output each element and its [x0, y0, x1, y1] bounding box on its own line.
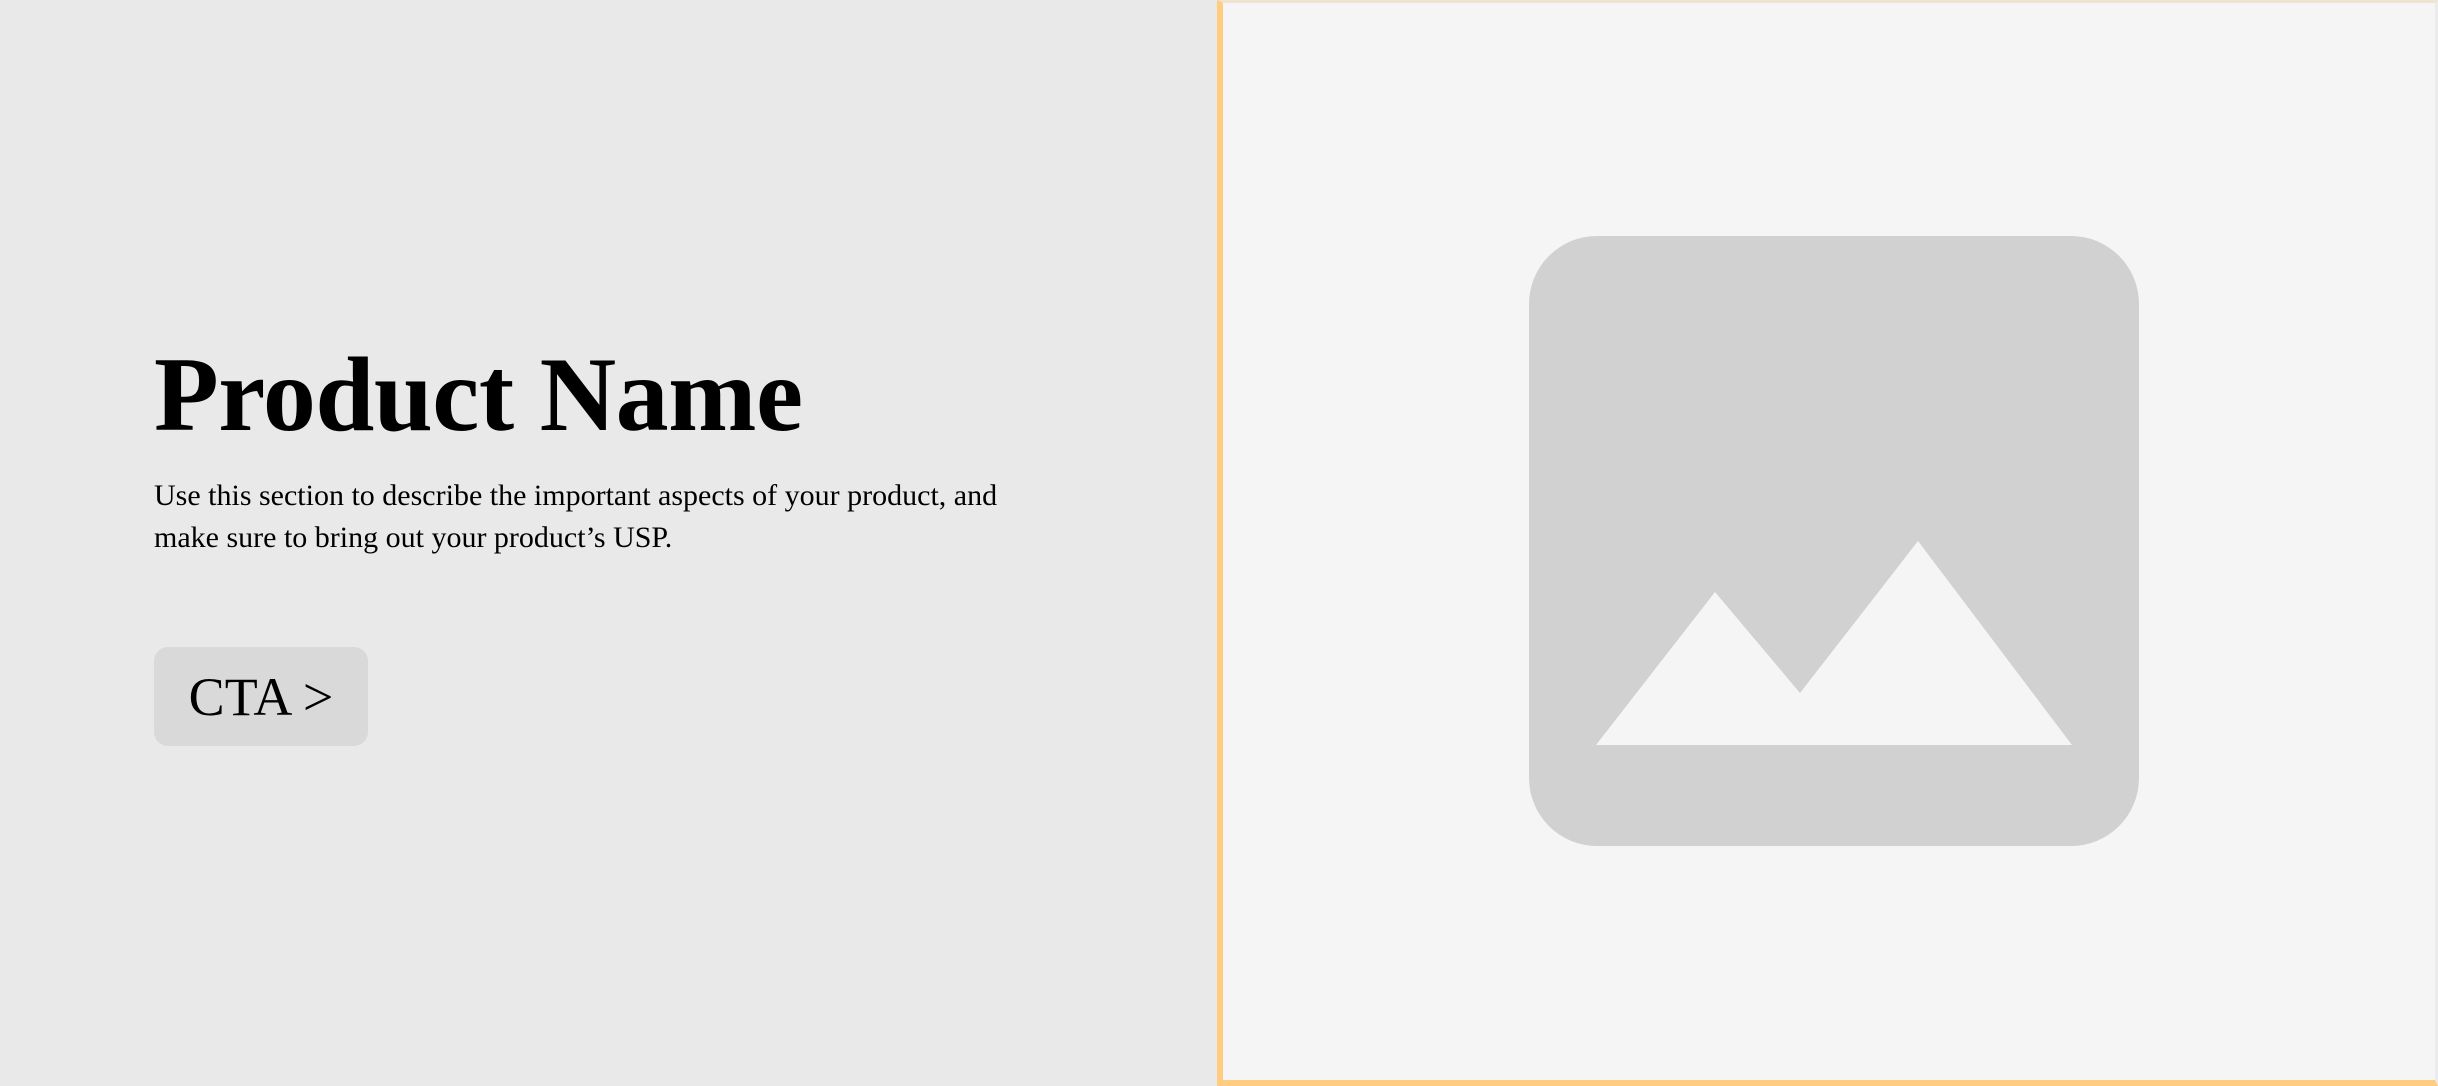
cta-button[interactable]: CTA >	[154, 647, 368, 746]
hero-text-content: Product Name Use this section to describ…	[154, 335, 1034, 559]
product-description: Use this section to describe the importa…	[154, 479, 998, 554]
image-placeholder-icon	[1529, 236, 2139, 846]
hero-section: Product Name Use this section to describ…	[0, 0, 2438, 1086]
product-title: Product Name	[154, 336, 803, 453]
hero-text-panel: Product Name Use this section to describ…	[0, 0, 1217, 1086]
hero-image-panel[interactable]	[1217, 0, 2438, 1086]
